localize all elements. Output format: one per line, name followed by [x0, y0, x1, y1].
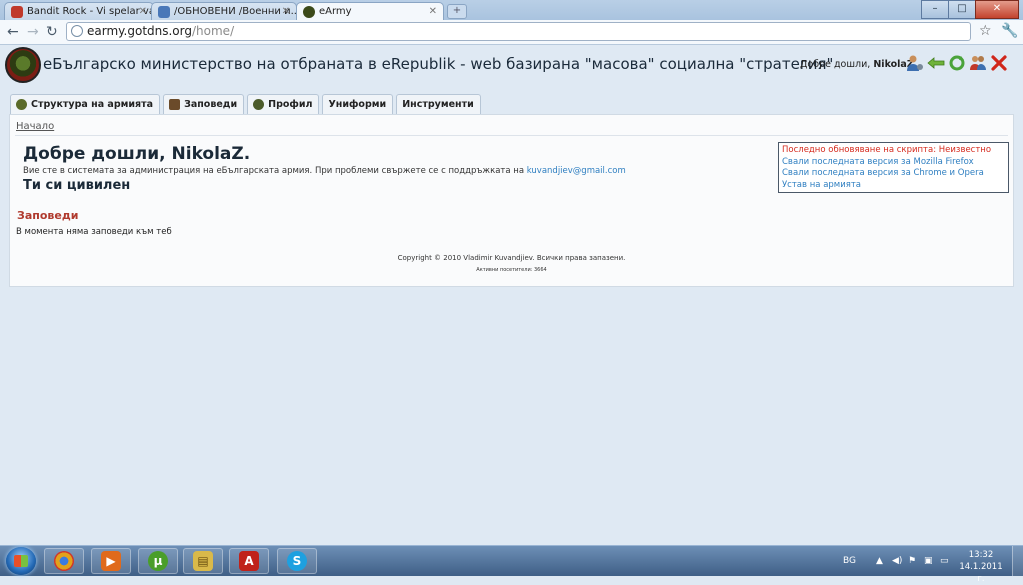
globe-icon: [71, 25, 83, 37]
orders-empty-text: В момента няма заповеди към теб: [16, 227, 172, 237]
intro-text: Вие сте в системата за администрация на …: [23, 166, 626, 176]
tab-uniforms[interactable]: Униформи: [322, 94, 394, 114]
network-icon[interactable]: ▭: [940, 556, 950, 566]
language-indicator[interactable]: BG: [843, 556, 856, 566]
tray-app-icon[interactable]: ▣: [924, 556, 934, 566]
tab-profile[interactable]: Профил: [247, 94, 320, 114]
chrome-icon: [54, 551, 74, 571]
orders-icon: [169, 99, 181, 110]
army-logo: [5, 47, 41, 83]
action-center-flag-icon[interactable]: ⚑: [908, 556, 918, 566]
skype-icon: S: [287, 551, 307, 571]
acrobat-icon: A: [239, 551, 259, 571]
footer-copyright: Copyright © 2010 Vladimir Kuvandjiev. Вс…: [397, 254, 626, 262]
utorrent-icon: µ: [148, 551, 168, 571]
taskbar-app-media-player[interactable]: ▶: [91, 548, 131, 574]
script-info-box: Последно обновяване на скрипта: Неизвест…: [778, 142, 1009, 193]
url-host: earmy.gotdns.org: [87, 24, 192, 38]
browser-tabstrip: Bandit Rock - Vi spelar va... ✕ /ОБНОВЕН…: [0, 0, 1023, 20]
site-header: eБългарско министерство на отбраната в e…: [0, 45, 1023, 90]
tab-orders[interactable]: Заповеди: [163, 94, 245, 114]
footer-visitors: Активни посетители: 3664: [476, 267, 547, 273]
tab-close-icon[interactable]: ✕: [429, 3, 437, 20]
bookmark-star-icon[interactable]: ☆: [979, 23, 992, 39]
tab-favicon-icon: [158, 6, 170, 18]
taskbar-app-acrobat[interactable]: A: [229, 548, 269, 574]
windows-logo-icon: [14, 555, 28, 567]
start-button[interactable]: [6, 547, 36, 575]
tray-expand-icon[interactable]: ▲: [876, 556, 886, 566]
taskbar-app-skype[interactable]: S: [277, 548, 317, 574]
tab-label: Структура на армията: [31, 99, 154, 110]
tab-label: /ОБНОВЕНИ /Военни и...: [174, 6, 297, 17]
forward-button[interactable]: →: [27, 23, 39, 41]
volume-icon[interactable]: ◀): [892, 556, 902, 566]
tab-label: Униформи: [328, 99, 387, 110]
wrench-icon[interactable]: 🔧: [1001, 23, 1018, 39]
tab-label: Bandit Rock - Vi spelar va...: [27, 6, 154, 17]
orders-heading: Заповеди: [17, 209, 79, 222]
back-arrow-icon[interactable]: [927, 54, 945, 72]
system-tray: BG ▲ ◀) ⚑ ▣ ▭: [843, 546, 950, 576]
address-bar[interactable]: earmy.gotdns.org/home/: [66, 22, 971, 41]
support-email-link[interactable]: kuvandjiev@gmail.com: [527, 166, 626, 176]
taskbar-app-explorer[interactable]: ▤: [183, 548, 223, 574]
breadcrumb-divider: [15, 135, 1008, 136]
download-chrome-opera-link[interactable]: Свали последната версия за Chrome и Oper…: [782, 168, 1005, 180]
new-tab-button[interactable]: +: [447, 4, 467, 19]
profile-helmet-icon: [253, 99, 265, 110]
tab-army-structure[interactable]: Структура на армията: [10, 94, 161, 114]
tab-close-icon[interactable]: ✕: [282, 3, 290, 20]
header-icons: [906, 54, 1008, 72]
taskbar-app-chrome[interactable]: [44, 548, 84, 574]
reload-button[interactable]: ↻: [46, 23, 58, 41]
tab-label: Заповеди: [184, 99, 238, 110]
clock-time: 13:32: [968, 550, 994, 560]
status-heading: Ти си цивилен: [23, 178, 131, 193]
url-path: /home/: [192, 24, 235, 38]
windows-taskbar: ▶ µ ▤ A S BG ▲ ◀) ⚑ ▣ ▭ 13:32 14.1.2011 …: [0, 545, 1023, 584]
page: eБългарско министерство на отбраната в e…: [0, 45, 1023, 545]
show-desktop-button[interactable]: [1012, 546, 1023, 576]
media-player-icon: ▶: [101, 551, 121, 571]
maximize-button[interactable]: □: [948, 0, 976, 19]
minimize-button[interactable]: –: [921, 0, 949, 19]
tab-label: Профил: [268, 99, 313, 110]
helmet-icon: [16, 99, 27, 110]
browser-tab-1[interactable]: /ОБНОВЕНИ /Военни и... ✕: [151, 2, 297, 20]
tab-favicon-icon: [303, 6, 315, 18]
browser-tab-0[interactable]: Bandit Rock - Vi spelar va... ✕: [4, 2, 154, 20]
welcome-prefix: Добре дошли,: [800, 59, 871, 70]
close-window-button[interactable]: ✕: [975, 0, 1019, 19]
breadcrumb-home-link[interactable]: Начало: [16, 121, 54, 132]
main-nav-tabs: Структура на армията Заповеди Профил Уни…: [10, 94, 481, 114]
army-statute-link[interactable]: Устав на армията: [782, 180, 1005, 192]
tab-label: Инструменти: [402, 99, 474, 110]
taskbar-clock[interactable]: 13:32 14.1.2011 г.: [958, 549, 1004, 585]
header-welcome: Добре дошли, NikolaZ.: [800, 59, 917, 70]
download-firefox-link[interactable]: Свали последната версия за Mozilla Firef…: [782, 157, 1005, 169]
browser-toolbar: ← → ↻ earmy.gotdns.org/home/ ☆ 🔧: [0, 20, 1023, 45]
user-settings-icon[interactable]: [906, 54, 924, 72]
site-title: eБългарско министерство на отбраната в e…: [43, 55, 834, 73]
tab-label: eArmy: [319, 6, 352, 17]
folder-icon: ▤: [193, 551, 213, 571]
browser-tab-2[interactable]: eArmy ✕: [296, 2, 444, 20]
tab-close-icon[interactable]: ✕: [139, 3, 147, 20]
last-update-text: Последно обновяване на скрипта: Неизвест…: [782, 145, 992, 155]
window-controls: – □ ✕: [921, 0, 1019, 19]
taskbar-app-utorrent[interactable]: µ: [138, 548, 178, 574]
tab-favicon-icon: [11, 6, 23, 18]
back-button[interactable]: ←: [7, 23, 19, 41]
intro-sentence: Вие сте в системата за администрация на …: [23, 166, 525, 176]
tab-tools[interactable]: Инструменти: [396, 94, 481, 114]
close-icon[interactable]: [990, 54, 1008, 72]
clock-date: 14.1.2011 г.: [959, 562, 1003, 584]
refresh-icon[interactable]: [948, 54, 966, 72]
group-icon[interactable]: [969, 54, 987, 72]
welcome-heading: Добре дошли, NikolaZ.: [23, 144, 251, 164]
